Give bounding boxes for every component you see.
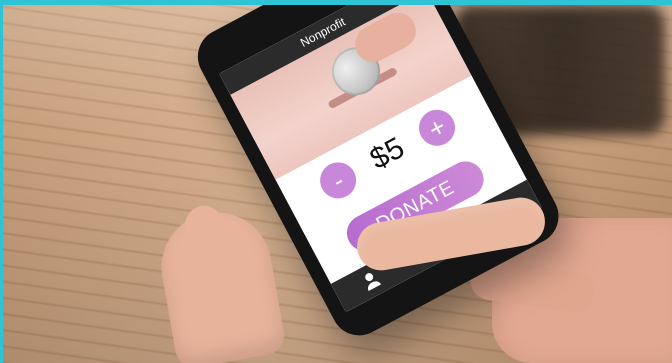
top-border [0,0,672,5]
plus-icon: + [423,110,451,145]
donation-amount: $5 [364,131,410,177]
left-border [0,0,3,363]
decrease-amount-button[interactable]: - [313,156,363,205]
minus-icon: - [327,165,349,196]
increase-amount-button[interactable]: + [412,103,462,153]
photo-scene: Nonprofit - $5 + DONATE [0,0,672,363]
